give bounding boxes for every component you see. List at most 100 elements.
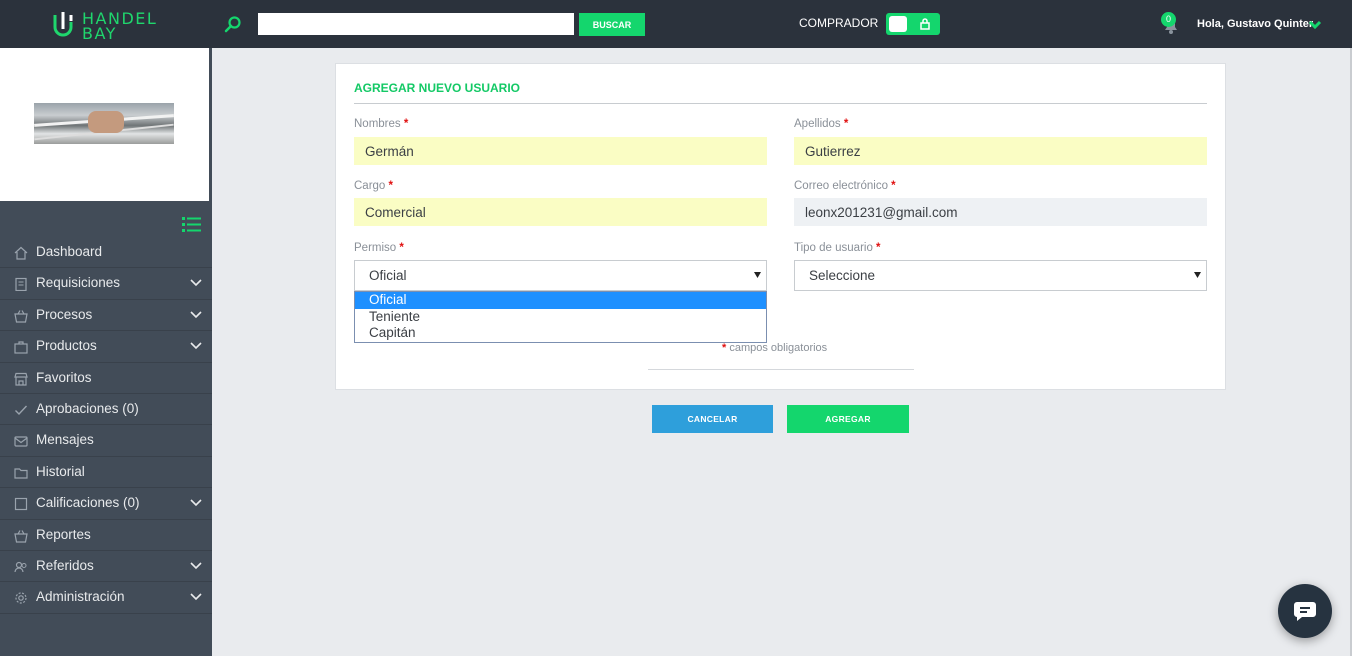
basket-icon xyxy=(14,529,28,543)
sidebar-item-label: Aprobaciones (0) xyxy=(36,400,139,416)
envelope-icon xyxy=(14,436,28,447)
required-marker: * xyxy=(403,118,409,130)
chevron-down-icon xyxy=(190,279,202,287)
handel-bay-logo[interactable]: HANDEL BAY xyxy=(52,8,162,43)
dropdown-option[interactable]: Oficial xyxy=(355,292,766,309)
add-user-panel: AGREGAR NUEVO USUARIO Nombres * Apellido… xyxy=(335,63,1226,390)
nombres-field[interactable] xyxy=(354,137,767,165)
permiso-label: Permiso * xyxy=(354,242,404,254)
lock-icon xyxy=(920,18,930,30)
required-fields-note: * campos obligatorios xyxy=(722,342,827,354)
apellidos-label: Apellidos * xyxy=(794,118,848,130)
basket-icon xyxy=(14,309,28,323)
sidebar-item-label: Requisiciones xyxy=(36,275,121,291)
sidebar-item-procesos[interactable]: Procesos xyxy=(0,300,212,332)
correo-label-text: Correo electrónico xyxy=(794,180,888,192)
permiso-label-text: Permiso xyxy=(354,242,397,254)
email-field[interactable] xyxy=(794,198,1207,226)
required-marker: * xyxy=(722,342,727,354)
required-marker: * xyxy=(399,242,404,254)
sidebar-item-label: Referidos xyxy=(36,557,94,573)
cancel-button[interactable]: CANCELAR xyxy=(652,405,773,433)
menu-list-icon[interactable] xyxy=(182,216,201,232)
toggle-knob xyxy=(889,16,907,32)
sidebar-item-mensajes[interactable]: Mensajes xyxy=(0,425,212,457)
top-bar: HANDEL BAY BUSCAR COMPRADOR 0 Hola, Gust… xyxy=(0,0,1352,48)
apellidos-label-text: Apellidos xyxy=(794,118,841,130)
required-marker: * xyxy=(843,118,849,130)
tipo-label-text: Tipo de usuario xyxy=(794,242,873,254)
sidebar-item-label: Productos xyxy=(36,338,97,354)
sidebar-item-label: Procesos xyxy=(36,306,93,322)
notification-badge: 0 xyxy=(1161,12,1176,27)
chat-icon xyxy=(1294,602,1316,621)
sidebar-item-administracion[interactable]: Administración xyxy=(0,582,212,614)
chevron-down-icon xyxy=(190,311,202,318)
users-icon xyxy=(14,561,27,573)
sidebar-item-calificaciones[interactable]: Calificaciones (0) xyxy=(0,488,212,520)
cargo-label: Cargo * xyxy=(354,180,393,192)
chevron-down-icon xyxy=(190,562,202,570)
briefcase-icon xyxy=(14,341,28,354)
sidebar-item-label: Reportes xyxy=(36,526,91,542)
nombres-label-text: Nombres xyxy=(354,118,401,130)
sidebar-item-requisiciones[interactable]: Requisiciones xyxy=(0,268,212,300)
sidebar-item-aprobaciones[interactable]: Aprobaciones (0) xyxy=(0,394,212,426)
tipo-usuario-label: Tipo de usuario * xyxy=(794,242,881,254)
company-image xyxy=(34,103,174,144)
caret-down-icon xyxy=(754,272,761,278)
user-greeting[interactable]: Hola, Gustavo Quinter xyxy=(1197,18,1313,30)
sidebar-item-dashboard[interactable]: Dashboard xyxy=(0,237,212,269)
required-marker: * xyxy=(891,180,896,192)
check-icon xyxy=(15,405,28,415)
sidebar-nav: Dashboard Requisiciones Procesos Product… xyxy=(0,237,212,614)
nombres-label: Nombres * xyxy=(354,118,408,130)
logo-text-bay: BAY xyxy=(82,24,117,43)
logo-mark-icon xyxy=(53,12,73,37)
role-toggle[interactable] xyxy=(886,13,940,35)
divider xyxy=(354,103,1207,104)
search-input[interactable] xyxy=(258,13,574,35)
sidebar-item-label: Favoritos xyxy=(36,369,92,385)
add-user-button[interactable]: AGREGAR xyxy=(787,405,909,433)
permiso-dropdown-list: Oficial Teniente Capitán xyxy=(354,291,767,343)
sidebar-item-referidos[interactable]: Referidos xyxy=(0,551,212,583)
role-label: COMPRADOR xyxy=(799,16,879,30)
sidebar-item-label: Mensajes xyxy=(36,432,94,448)
dropdown-option[interactable]: Teniente xyxy=(355,309,766,326)
correo-label: Correo electrónico * xyxy=(794,180,896,192)
sidebar-item-label: Dashboard xyxy=(36,244,103,259)
apellidos-field[interactable] xyxy=(794,137,1207,165)
search-icon[interactable] xyxy=(224,15,242,33)
panel-title: AGREGAR NUEVO USUARIO xyxy=(354,81,521,95)
cargo-field[interactable] xyxy=(354,198,767,226)
sidebar-item-historial[interactable]: Historial xyxy=(0,457,212,489)
sidebar-item-label: Historial xyxy=(36,463,85,479)
square-icon xyxy=(14,498,28,511)
tipo-usuario-select[interactable]: Seleccione xyxy=(794,260,1207,291)
dropdown-option[interactable]: Capitán xyxy=(355,325,766,342)
search-button[interactable]: BUSCAR xyxy=(579,13,645,36)
folder-icon xyxy=(14,468,28,479)
chevron-down-icon xyxy=(190,593,202,601)
gear-icon xyxy=(15,592,27,604)
chevron-down-icon xyxy=(190,342,202,350)
caret-down-icon xyxy=(1194,272,1201,278)
required-note-text: campos obligatorios xyxy=(729,342,828,354)
permiso-select[interactable]: Oficial xyxy=(354,260,767,291)
home-icon xyxy=(14,246,28,260)
required-marker: * xyxy=(876,242,881,254)
required-marker: * xyxy=(388,180,394,192)
chevron-down-icon[interactable] xyxy=(1308,20,1322,30)
permiso-select-value: Oficial xyxy=(369,268,407,283)
chevron-down-icon xyxy=(190,499,202,507)
chat-button[interactable] xyxy=(1278,584,1332,638)
sidebar-item-reportes[interactable]: Reportes xyxy=(0,520,212,551)
sidebar-item-label: Administración xyxy=(36,589,125,605)
sidebar-item-label: Calificaciones (0) xyxy=(36,495,140,511)
sidebar: Dashboard Requisiciones Procesos Product… xyxy=(0,48,212,656)
clipboard-icon xyxy=(15,278,27,292)
sidebar-item-favoritos[interactable]: Favoritos xyxy=(0,363,212,394)
sidebar-item-productos[interactable]: Productos xyxy=(0,331,212,363)
profile-area xyxy=(0,48,209,201)
